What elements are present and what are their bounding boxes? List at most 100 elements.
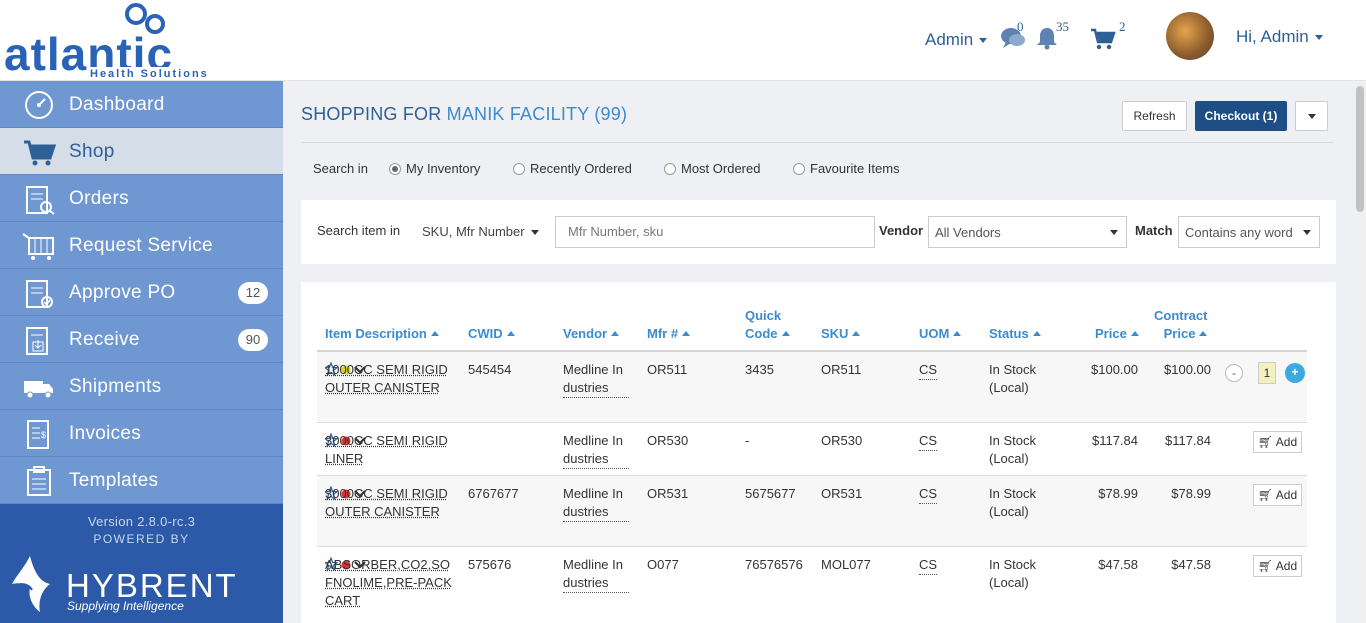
sort-asc-icon [430, 331, 439, 336]
radio-recently-ordered[interactable]: Recently Ordered [513, 161, 632, 176]
sort-asc-icon [682, 331, 691, 336]
add-to-cart-button[interactable]: 🛒︎ Add [1253, 484, 1302, 506]
radio-icon [664, 163, 676, 175]
dashboard-icon [25, 91, 53, 119]
chevron-down-icon [530, 230, 539, 236]
cwid-cell: 575676 [468, 557, 512, 572]
sort-asc-icon [1032, 331, 1041, 336]
col-header-label: Mfr # [647, 326, 679, 341]
price-cell: $47.58 [1098, 557, 1138, 572]
facility-name[interactable]: MANIK FACILITY (99) [447, 104, 628, 124]
increase-qty-button[interactable]: + [1285, 363, 1305, 383]
table-row[interactable]: 1000CC SEMI RIGID OUTER CANISTER 545454 … [317, 350, 1307, 422]
mfr-cell: OR531 [647, 486, 689, 501]
col-header-label: Price [1095, 326, 1127, 341]
status-cell: In Stock (Local) [989, 557, 1036, 590]
price-cell: $117.84 [1091, 433, 1138, 448]
decrease-qty-button[interactable]: - [1225, 364, 1243, 382]
sidebar-item-label: Approve PO [69, 282, 176, 303]
sidebar-item-label: Shipments [69, 376, 162, 397]
col-header-cwid[interactable]: CWID [468, 325, 515, 343]
main-content: SHOPPING FOR MANIK FACILITY (99) Refresh… [283, 81, 1354, 623]
sidebar-item-request-service[interactable]: Request Service [0, 222, 283, 269]
col-header-description[interactable]: Item Description [325, 325, 439, 343]
sort-asc-icon [1130, 331, 1139, 336]
cwid-cell: 6767677 [468, 486, 519, 501]
version-text: Version 2.8.0-rc.3 [87, 514, 196, 529]
status-cell: In Stock (Local) [989, 486, 1036, 519]
sidebar-item-orders[interactable]: Orders [0, 175, 283, 222]
cart-icon [24, 140, 56, 166]
table-row[interactable]: 3000CC SEMI RIGID OUTER CANISTER 6767677… [317, 475, 1307, 546]
search-input[interactable]: Mfr Number, sku [555, 216, 875, 248]
truck-icon [24, 381, 53, 399]
sidebar-item-shipments[interactable]: Shipments [0, 363, 283, 410]
cwid-cell: 545454 [468, 362, 512, 377]
table-row[interactable]: 3000CC SEMI RIGID LINER Medline Industri… [317, 422, 1307, 475]
match-select[interactable]: Contains any word [1178, 216, 1320, 248]
item-description-link[interactable]: 3000CC SEMI RIGID OUTER CANISTER [325, 485, 453, 521]
checkout-button[interactable]: Checkout (1) [1195, 101, 1287, 131]
sidebar-item-approve-po[interactable]: Approve PO 12 [0, 269, 283, 316]
scrollbar-thumb[interactable] [1356, 86, 1364, 212]
refresh-button[interactable]: Refresh [1122, 101, 1187, 131]
atlantic-logo[interactable]: atlantic Health Solutions [0, 0, 283, 81]
role-menu-label: Admin [925, 30, 974, 49]
items-table: Item Description CWID Vendor Mfr # Quick… [301, 282, 1336, 623]
col-header-vendor[interactable]: Vendor [563, 325, 620, 343]
sku-cell: MOL077 [821, 557, 871, 572]
col-header-label: Item Description [325, 326, 427, 341]
radio-icon [513, 163, 525, 175]
col-header-contract-price[interactable]: Contract Price [1154, 307, 1208, 343]
status-cell: In Stock (Local) [989, 362, 1036, 395]
checkout-dropdown-button[interactable] [1295, 101, 1328, 131]
vendor-cell: Medline Industries [563, 556, 629, 593]
radio-label: Most Ordered [681, 161, 761, 176]
col-header-status[interactable]: Status [989, 325, 1041, 343]
notifications-count: 35 [1056, 19, 1069, 34]
sidebar-item-dashboard[interactable]: Dashboard [0, 81, 283, 128]
item-description-link[interactable]: ABSORBER,CO2,SOFNOLIME,PRE-PACK CART [325, 556, 453, 610]
sidebar-item-shop[interactable]: Shop [0, 128, 283, 175]
cart-icon[interactable] [1090, 28, 1116, 50]
search-field-selector[interactable]: SKU, Mfr Number [422, 224, 539, 239]
user-menu[interactable]: Hi, Admin [1236, 27, 1323, 47]
radio-label: My Inventory [406, 161, 481, 176]
sidebar-item-label: Receive [69, 329, 140, 350]
col-header-uom[interactable]: UOM [919, 325, 962, 343]
radio-favourite-items[interactable]: Favourite Items [793, 161, 900, 176]
radio-my-inventory[interactable]: My Inventory [389, 161, 480, 176]
col-header-price[interactable]: Price [1095, 325, 1139, 343]
quick-code-cell: 3435 [745, 362, 774, 377]
item-description-link[interactable]: 1000CC SEMI RIGID OUTER CANISTER [325, 361, 453, 397]
table-row[interactable]: ABSORBER,CO2,SOFNOLIME,PRE-PACK CART 575… [317, 546, 1307, 618]
radio-label: Favourite Items [810, 161, 900, 176]
sort-asc-icon [506, 331, 515, 336]
chevron-down-icon [1314, 35, 1323, 41]
col-header-mfr[interactable]: Mfr # [647, 325, 691, 343]
sidebar-item-templates[interactable]: Templates [0, 457, 283, 504]
avatar[interactable] [1166, 12, 1214, 60]
sku-cell: OR530 [821, 433, 863, 448]
item-description-link[interactable]: 3000CC SEMI RIGID LINER [325, 432, 453, 468]
search-item-in-label: Search item in [317, 223, 401, 238]
col-header-quick-code[interactable]: Quick Code [745, 307, 790, 343]
radio-most-ordered[interactable]: Most Ordered [664, 161, 760, 176]
vendor-select[interactable]: All Vendors [928, 216, 1127, 248]
col-header-sku[interactable]: SKU [821, 325, 861, 343]
add-to-cart-button[interactable]: 🛒︎ Add [1253, 555, 1302, 577]
status-cell: In Stock (Local) [989, 433, 1036, 466]
page-title-prefix: SHOPPING FOR [301, 104, 442, 124]
sidebar-item-invoices[interactable]: $ Invoices [0, 410, 283, 457]
price-cell: $78.99 [1098, 486, 1138, 501]
sidebar-item-receive[interactable]: Receive 90 [0, 316, 283, 363]
chevron-down-icon [1110, 230, 1118, 235]
quantity-field[interactable]: 1 [1258, 362, 1276, 384]
approve-icon [26, 280, 53, 308]
role-menu[interactable]: Admin [925, 30, 988, 50]
user-greeting: Hi, Admin [1236, 27, 1309, 46]
sidebar-item-label: Orders [69, 188, 129, 209]
uom-cell: CS [919, 556, 938, 575]
add-to-cart-button[interactable]: 🛒︎ Add [1253, 431, 1302, 453]
col-header-label: SKU [821, 326, 849, 341]
